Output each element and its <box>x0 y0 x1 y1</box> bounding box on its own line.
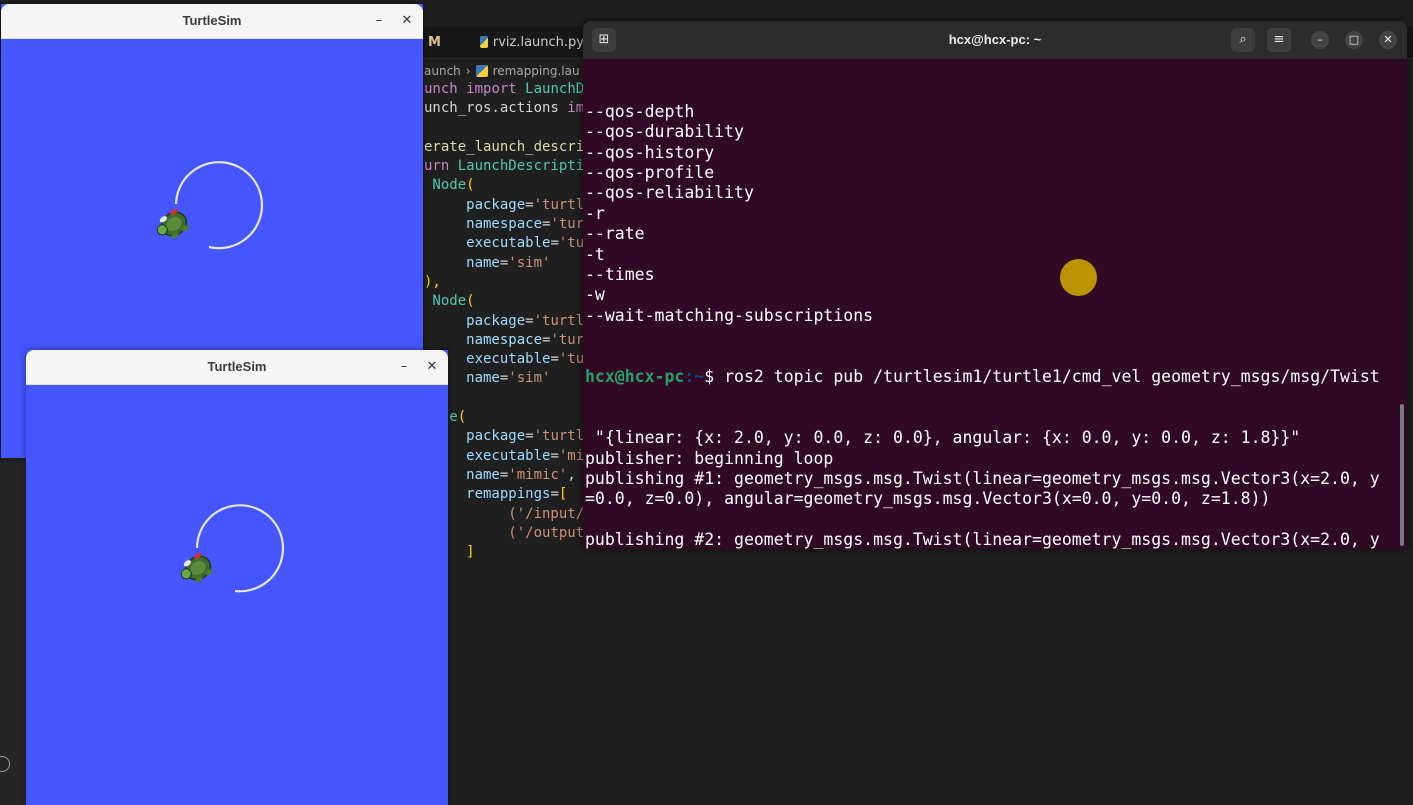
editor-left-strip <box>0 458 26 805</box>
prompt-line: hcx@hcx-pc:~$ ros2 topic pub /turtlesim1… <box>585 367 1380 387</box>
code-line: namespace='tur <box>424 216 585 233</box>
terminal-line: --times <box>585 264 655 284</box>
code-line: name='mimic', <box>424 466 576 483</box>
tab-rviz-label: rviz.launch.py <box>492 34 584 50</box>
python-file-icon <box>475 65 488 77</box>
code-line: name='sim' <box>424 254 551 271</box>
terminal-headerbar[interactable]: ⊞ hcx@hcx-pc: ~ ⌕ ≡ – □ ✕ <box>583 21 1407 59</box>
terminal-line: --qos-reliability <box>585 183 754 203</box>
code-line: namespace='tur <box>424 331 585 348</box>
turtle-trail <box>195 504 285 593</box>
terminal-line: -t <box>585 244 605 264</box>
code-line: ] <box>424 544 475 561</box>
terminal-output-line: publishing #2: geometry_msgs.msg.Twist(l… <box>585 530 1380 549</box>
code-line: erate_launch_descri <box>424 138 585 155</box>
turtlesim-canvas <box>26 385 448 805</box>
command-text: ros2 topic pub /turtlesim1/turtle1/cmd_v… <box>724 366 1380 386</box>
chevron-right-icon: › <box>465 64 471 78</box>
turtlesim-window-bottom[interactable]: TurtleSim – ✕ <box>26 350 448 805</box>
terminal-line: -r <box>585 203 605 223</box>
maximize-button[interactable]: □ <box>1345 31 1363 49</box>
code-line: de( <box>440 409 467 426</box>
close-button[interactable]: ✕ <box>1379 31 1397 49</box>
prompt-sign: $ <box>704 366 725 386</box>
terminal-line: --qos-durability <box>585 122 744 142</box>
code-line: name='sim' <box>424 370 551 387</box>
breadcrumb-file[interactable]: remapping.lau <box>493 64 580 78</box>
minimize-button[interactable]: – <box>396 359 412 375</box>
python-file-icon <box>480 36 488 48</box>
prompt-path: :~ <box>684 366 705 386</box>
tab-rviz-launch[interactable]: rviz.launch.py <box>480 26 584 58</box>
code-line: unch import LaunchD <box>424 81 585 97</box>
turtle-icon <box>180 552 214 583</box>
window-title: TurtleSim <box>207 359 267 374</box>
window-titlebar[interactable]: TurtleSim – ✕ <box>1 4 423 39</box>
code-line: Node( <box>424 293 475 310</box>
turtle-trail <box>174 161 264 250</box>
terminal-line: -w <box>585 285 605 305</box>
code-line: remappings=[ <box>424 486 568 503</box>
mouse-pointer-highlight <box>1060 259 1097 296</box>
code-line: urn LaunchDescripti <box>424 158 585 175</box>
code-line: unch_ros.actions im <box>424 100 585 117</box>
terminal-line: --qos-profile <box>585 162 715 182</box>
code-line: ), <box>424 273 441 290</box>
code-line: executable='mi <box>424 447 585 464</box>
prompt-user: hcx@hcx-pc <box>585 366 685 386</box>
code-line: ('/input/p <box>424 505 593 522</box>
terminal-line: --qos-depth <box>585 101 695 121</box>
code-line: package='turtl <box>424 312 585 329</box>
scrollbar[interactable] <box>1400 404 1404 546</box>
minimize-button[interactable]: – <box>371 13 387 29</box>
code-line: package='turtl <box>424 196 585 213</box>
window-title: TurtleSim <box>182 13 242 28</box>
minimize-button[interactable]: – <box>1311 31 1329 49</box>
terminal-line: --rate <box>585 224 645 244</box>
terminal-line: --qos-history <box>585 142 715 162</box>
code-line: package='turtl <box>424 428 585 445</box>
tab-modified[interactable]: M <box>428 26 441 58</box>
terminal-output-line: "{linear: {x: 2.0, y: 0.0, z: 0.0}, angu… <box>585 428 1301 448</box>
terminal-window[interactable]: ⊞ hcx@hcx-pc: ~ ⌕ ≡ – □ ✕ --qos-depth --q… <box>583 21 1407 549</box>
breadcrumb: aunch › remapping.lau <box>424 62 580 80</box>
code-line: executable='tu <box>424 351 585 368</box>
terminal-output-line: =0.0, z=0.0), angular=geometry_msgs.msg.… <box>585 489 1271 509</box>
tab-modified-label: M <box>428 34 441 50</box>
code-area[interactable]: unch import LaunchD unch_ros.actions im e… <box>424 80 593 562</box>
terminal-output-line: publisher: beginning loop <box>585 448 834 468</box>
menu-button[interactable]: ≡ <box>1267 28 1291 52</box>
code-line: Node( <box>424 177 475 194</box>
search-button[interactable]: ⌕ <box>1231 28 1255 52</box>
breadcrumb-folder[interactable]: aunch <box>424 64 461 78</box>
code-line: ('/output/ <box>424 524 593 541</box>
turtle-icon <box>156 208 190 239</box>
terminal-output-line: publishing #1: geometry_msgs.msg.Twist(l… <box>585 468 1380 488</box>
terminal-line: --wait-matching-subscriptions <box>585 305 874 325</box>
code-line: executable='tu <box>424 235 585 252</box>
terminal-output[interactable]: --qos-depth --qos-durability --qos-history… <box>585 61 1380 549</box>
window-titlebar[interactable]: TurtleSim – ✕ <box>26 350 448 385</box>
close-button[interactable]: ✕ <box>399 13 415 29</box>
close-button[interactable]: ✕ <box>424 359 440 375</box>
